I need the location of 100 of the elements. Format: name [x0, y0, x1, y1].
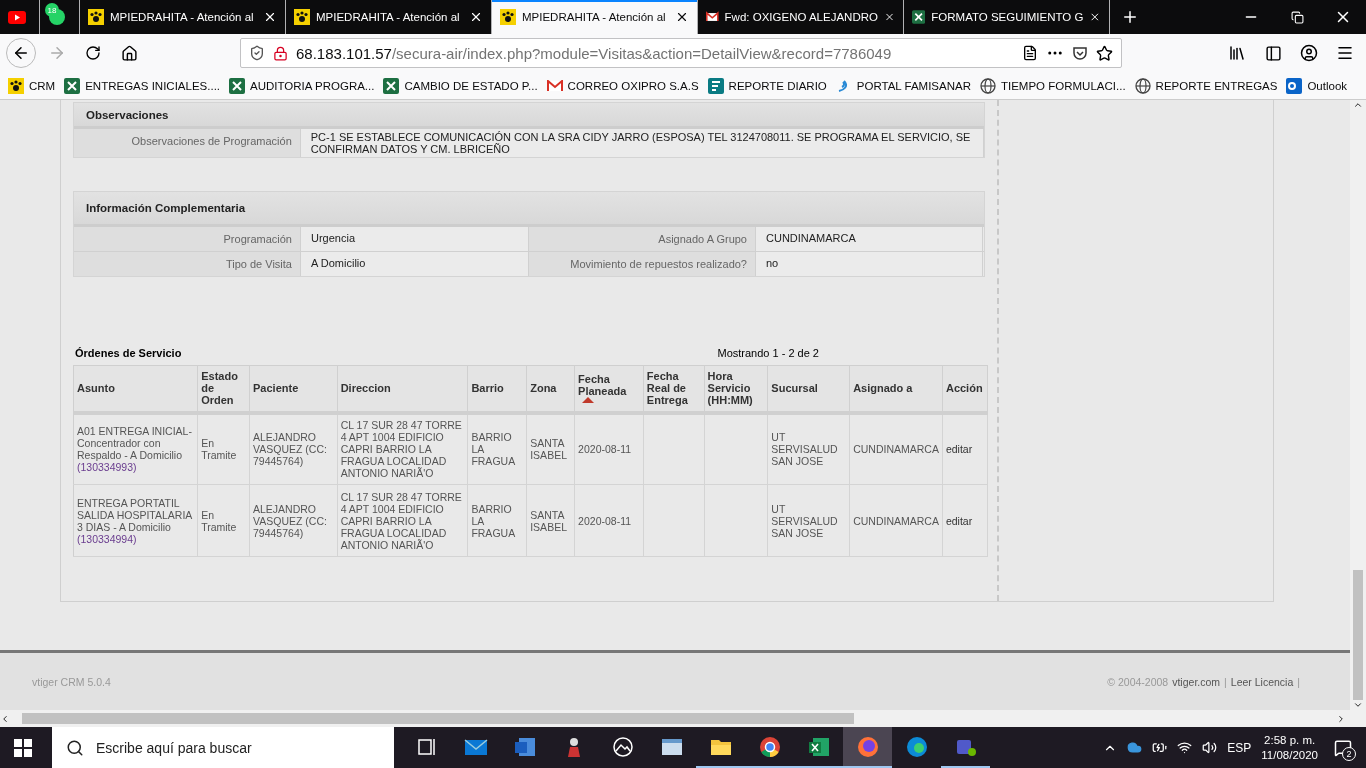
- bookmark-link[interactable]: REPORTE ENTREGAS: [1155, 79, 1278, 92]
- bookmark-link[interactable]: Outlook: [1307, 79, 1348, 92]
- column-header[interactable]: Asunto: [73, 365, 198, 413]
- globe-icon: [1134, 77, 1151, 94]
- column-header[interactable]: Estado de Orden: [197, 365, 250, 413]
- search-field[interactable]: Escribe aquí para buscar: [52, 727, 394, 768]
- field-label: Tipo de Visita: [74, 252, 301, 276]
- separator-text: |: [1297, 675, 1300, 688]
- count-badge: 2: [1342, 746, 1356, 761]
- close-icon[interactable]: [263, 10, 277, 24]
- column-header[interactable]: Sucursal: [767, 365, 850, 413]
- copyright-text: © 2004-2008: [1107, 675, 1169, 688]
- horizontal-scrollbar[interactable]: [0, 710, 1366, 727]
- site-link[interactable]: vtiger.com: [1172, 675, 1221, 688]
- scroll-right-icon[interactable]: [1336, 713, 1346, 724]
- bookmark-link[interactable]: CAMBIO DE ESTADO P...: [404, 79, 538, 92]
- column-header[interactable]: Zona: [526, 365, 575, 413]
- bookmark-link[interactable]: AUDITORIA PROGRA...: [250, 79, 375, 92]
- wave-logo-icon[interactable]: [904, 734, 929, 759]
- section-title: Información Complementaria: [74, 192, 984, 227]
- bookmark-link[interactable]: TIEMPO FORMULACI...: [1001, 79, 1126, 92]
- paw-icon: [8, 77, 24, 94]
- table-cell: A01 ENTREGA INICIAL-Concentrador con Respaldo - A Domicilio (130334993): [73, 412, 198, 485]
- table-cell: CL 17 SUR 28 47 TORRE 4 APT 1004 EDIFICIO CAPRI BARRIO LA FRAGUA LOCALIDAD ANTONIO NARIÃ'O: [337, 484, 468, 557]
- scroll-down-icon[interactable]: [1353, 700, 1363, 710]
- column-header[interactable]: Acción: [942, 365, 988, 413]
- column-header[interactable]: Barrio: [467, 365, 527, 413]
- paw-icon: [294, 9, 310, 25]
- edit-link[interactable]: editar: [945, 443, 973, 456]
- table-cell: CUNDINAMARCA: [849, 484, 943, 557]
- speaker-icon[interactable]: [1202, 740, 1218, 755]
- table-cell: ALEJANDRO VASQUEZ (CC: 79445764): [249, 412, 338, 485]
- count-badge: 18: [45, 3, 59, 17]
- field-label: Programación: [74, 227, 301, 251]
- language-indicator[interactable]: ESP: [1227, 740, 1252, 755]
- mountain-icon[interactable]: [610, 734, 635, 759]
- tab-title: FORMATO SEGUIMIENTO G: [931, 11, 1084, 23]
- bookmark-link[interactable]: CRM: [29, 79, 56, 92]
- reader-view-icon[interactable]: [1022, 45, 1038, 61]
- separator-text: |: [1224, 675, 1227, 688]
- sidebar-icon: [1264, 44, 1282, 62]
- wifi-icon[interactable]: [1177, 740, 1193, 755]
- edit-link[interactable]: editar: [945, 514, 973, 527]
- cloud-icon[interactable]: [1127, 740, 1143, 755]
- bookmark-link[interactable]: PORTAL FAMISANAR: [856, 79, 971, 92]
- section-title: Observaciones: [74, 103, 984, 129]
- play-icon: [8, 10, 26, 24]
- column-header[interactable]: Hora Servicio (HH:MM): [704, 365, 768, 413]
- license-link[interactable]: Leer Licencia: [1230, 675, 1294, 688]
- table-cell: BARRIO LA FRAGUA: [467, 412, 527, 485]
- account-icon: [1300, 44, 1318, 62]
- table-cell: 2020-08-11: [574, 412, 644, 485]
- browser-tab[interactable]: MPIEDRAHITA - Atención al: [492, 0, 698, 34]
- close-icon[interactable]: [1089, 10, 1101, 24]
- paw-icon: [88, 9, 104, 25]
- bookmark-link[interactable]: CORREO OXIPRO S.A.S: [567, 79, 699, 92]
- scroll-left-icon[interactable]: [0, 713, 10, 724]
- spreadsheet-icon: [383, 77, 400, 94]
- bookmark-link[interactable]: ENTREGAS INICIALES....: [85, 79, 221, 92]
- new-tab-icon[interactable]: [1121, 8, 1139, 26]
- column-header[interactable]: Asignado a: [849, 365, 943, 413]
- close-icon[interactable]: [675, 10, 689, 24]
- spreadsheet-icon: [229, 77, 246, 94]
- battery-icon[interactable]: [1152, 740, 1168, 755]
- insecure-lock-icon: [273, 45, 288, 61]
- browser-logo-icon[interactable]: [757, 734, 782, 759]
- forward-arrow-icon: [48, 44, 66, 62]
- clock[interactable]: 2:58 p. m. 11/08/2020: [1261, 732, 1318, 763]
- menu-icon: [1336, 44, 1354, 62]
- bookmark-star-icon[interactable]: [1096, 44, 1113, 62]
- scroll-thumb[interactable]: [1353, 570, 1363, 700]
- bookmark-link[interactable]: REPORTE DIARIO: [728, 79, 827, 92]
- column-header[interactable]: Fecha Planeada: [574, 365, 644, 413]
- field-label: Asignado A Grupo: [529, 227, 756, 251]
- field-label: Movimiento de repuestos realizado?: [529, 252, 756, 276]
- tab-title: MPIEDRAHITA - Atención al: [110, 11, 255, 23]
- fox-logo-icon[interactable]: [855, 734, 880, 759]
- table-cell: ENTREGA PORTATIL SALIDA HOSPITALARIA 3 DIAS - A Domicilio (130334994): [73, 484, 198, 557]
- table-cell: SANTA ISABEL: [526, 412, 575, 485]
- table-cell: En Tramite: [197, 484, 250, 557]
- restore-icon[interactable]: [1290, 10, 1304, 24]
- scroll-thumb[interactable]: [22, 713, 854, 724]
- pocket-icon[interactable]: [1072, 45, 1088, 61]
- table-cell: CUNDINAMARCA: [849, 412, 943, 485]
- tab-title: Fwd: OXIGENO ALEJANDRO: [724, 11, 878, 23]
- windows-logo-icon[interactable]: [14, 738, 32, 757]
- mail-app-icon: [1286, 77, 1303, 94]
- column-header[interactable]: Paciente: [249, 365, 338, 413]
- address-bar[interactable]: 68.183.101.57/secura-air/index.php?module=Visitas&action=DetailView&record=7786049: [240, 38, 1122, 68]
- version-text: vtiger CRM 5.0.4: [32, 675, 111, 688]
- table-cell: ALEJANDRO VASQUEZ (CC: 79445764): [249, 484, 338, 557]
- home-icon: [120, 44, 138, 62]
- column-header[interactable]: Fecha Real de Entrega: [643, 365, 705, 413]
- list-title: Órdenes de Servicio: [75, 347, 182, 359]
- form-icon: [707, 77, 724, 94]
- scroll-up-icon[interactable]: [1353, 100, 1363, 110]
- close-icon[interactable]: [469, 10, 483, 24]
- table-cell: En Tramite: [197, 412, 250, 485]
- column-header[interactable]: Direccion: [337, 365, 468, 413]
- vertical-scrollbar[interactable]: [1350, 100, 1366, 710]
